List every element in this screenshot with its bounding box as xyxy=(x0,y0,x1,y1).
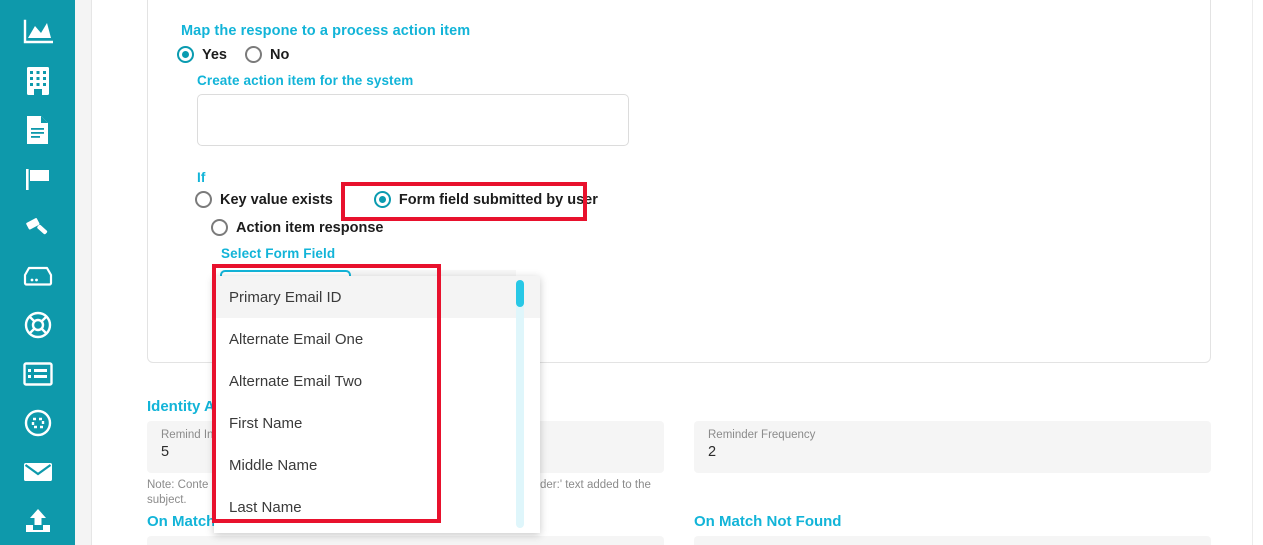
upload-icon xyxy=(24,508,52,534)
identity-section-title: Identity Ac xyxy=(147,398,224,415)
compass-icon xyxy=(24,409,52,437)
flag-icon xyxy=(24,165,52,193)
envelope-icon xyxy=(23,461,53,483)
select-form-field-dropdown: Primary Email ID Alternate Email One Alt… xyxy=(214,276,540,533)
on-match-not-found-title: On Match Not Found xyxy=(694,513,842,530)
dropdown-scrollbar-thumb[interactable] xyxy=(516,280,524,307)
gavel-icon xyxy=(24,214,52,242)
sidebar-item-organization[interactable] xyxy=(0,57,75,106)
reminder-frequency-value: 2 xyxy=(708,444,717,460)
reminder-frequency-label: Reminder Frequency xyxy=(708,429,816,441)
drive-icon xyxy=(23,265,53,287)
reminder-frequency-field[interactable]: Reminder Frequency 2 xyxy=(694,421,1211,473)
on-match-not-found-field[interactable] xyxy=(694,536,1211,545)
sidebar-item-storage[interactable] xyxy=(0,252,75,301)
lifebuoy-icon xyxy=(24,311,52,339)
dropdown-option-alternate-email-two[interactable]: Alternate Email Two xyxy=(214,360,540,402)
dropdown-option-middle-name[interactable]: Middle Name xyxy=(214,444,540,486)
list-panel-icon xyxy=(22,362,53,386)
sidebar-item-flags[interactable] xyxy=(0,154,75,203)
note-right-second-line: subject. xyxy=(147,494,187,506)
dropdown-option-primary-email-id[interactable]: Primary Email ID xyxy=(214,276,540,318)
building-icon xyxy=(25,66,51,96)
on-match-title: On Match xyxy=(147,513,216,530)
dropdown-option-first-name[interactable]: First Name xyxy=(214,402,540,444)
sidebar-item-dashboard[interactable] xyxy=(0,8,75,57)
dropdown-scrollbar-track[interactable] xyxy=(516,280,524,528)
app-root: Map the respone to a process action item… xyxy=(0,0,1263,545)
sidebar-item-upload[interactable] xyxy=(0,496,75,545)
sidebar-item-discovery[interactable] xyxy=(0,399,75,448)
on-match-field[interactable] xyxy=(147,536,664,545)
dropdown-option-alternate-email-one[interactable]: Alternate Email One xyxy=(214,318,540,360)
sidebar-item-records[interactable] xyxy=(0,350,75,399)
sidebar-item-mail[interactable] xyxy=(0,447,75,496)
sidebar-item-support[interactable] xyxy=(0,301,75,350)
dropdown-option-last-name[interactable]: Last Name xyxy=(214,486,540,528)
page-gutter xyxy=(75,0,92,545)
document-icon xyxy=(25,115,50,145)
sidebar xyxy=(0,0,75,545)
sidebar-item-legal[interactable] xyxy=(0,203,75,252)
note-right-text: der:' text added to the xyxy=(540,479,651,491)
chart-area-icon xyxy=(23,19,53,45)
sidebar-item-documents[interactable] xyxy=(0,106,75,155)
